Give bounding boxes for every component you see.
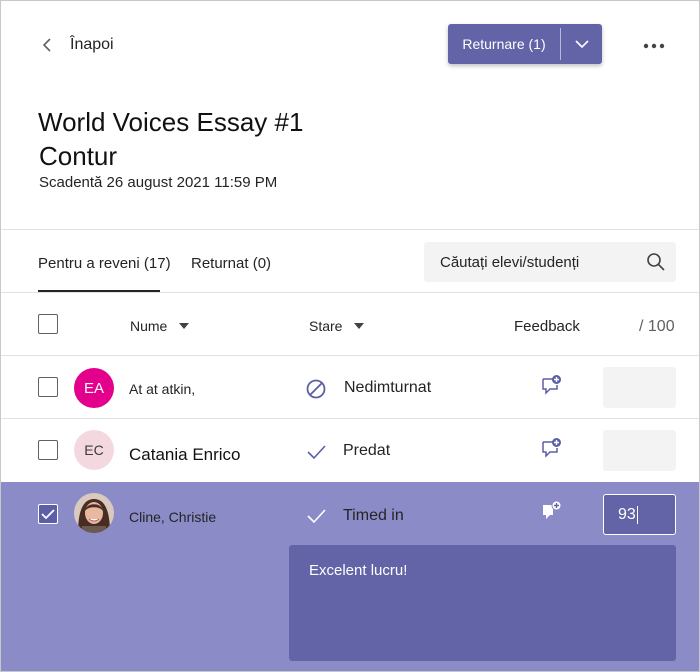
row-checkbox-checked[interactable] — [38, 504, 58, 524]
grade-input-active[interactable]: 93 — [603, 494, 676, 535]
status-header-label: Stare — [309, 318, 343, 334]
search-input[interactable]: Căutați elevi/studenți — [424, 242, 676, 282]
name-header-label: Nume — [130, 318, 168, 334]
divider — [1, 229, 699, 230]
status-text: Nedimturnat — [344, 379, 432, 396]
divider — [1, 292, 699, 293]
avatar: EC — [74, 430, 114, 470]
more-horizontal-icon — [643, 43, 665, 49]
status-text: Timed in — [343, 507, 404, 524]
add-feedback-icon[interactable] — [540, 374, 562, 396]
search-icon[interactable] — [636, 252, 676, 272]
row-checkbox[interactable] — [38, 377, 58, 397]
back-label: Înapoi — [70, 36, 114, 53]
row-checkbox[interactable] — [38, 440, 58, 460]
avatar: EA — [74, 368, 114, 408]
tab-to-return[interactable]: Pentru a reveni (17) — [38, 255, 171, 272]
text-cursor — [636, 505, 638, 524]
chevron-left-icon — [42, 38, 51, 52]
student-name[interactable]: At at atkin, — [129, 381, 195, 397]
return-split-button: Returnare (1) — [448, 24, 602, 64]
status-text: Predat — [343, 442, 391, 459]
tab-returned[interactable]: Returnat (0) — [191, 255, 271, 272]
add-feedback-icon[interactable] — [540, 500, 562, 522]
checkmark-icon — [41, 509, 55, 520]
check-icon — [307, 445, 326, 460]
grade-input[interactable] — [603, 430, 676, 471]
grade-input[interactable] — [603, 367, 676, 408]
feedback-textarea[interactable]: Excelent lucru! — [289, 545, 676, 661]
avatar-photo — [74, 493, 114, 533]
assignment-title: World Voices Essay #1 — [38, 107, 304, 137]
back-button[interactable]: Înapoi — [40, 36, 114, 54]
check-icon — [307, 509, 326, 524]
add-feedback-icon[interactable] — [540, 437, 562, 459]
student-name[interactable]: Cline, Christie — [129, 509, 216, 525]
chevron-down-icon — [574, 40, 589, 48]
feedback-column-header: Feedback — [514, 318, 580, 335]
sort-down-icon[interactable] — [354, 323, 365, 329]
sort-down-icon[interactable] — [179, 323, 190, 329]
student-name[interactable]: Catania Enrico — [129, 445, 241, 465]
assignment-subtitle: Contur — [39, 141, 118, 171]
select-all-checkbox[interactable] — [38, 314, 58, 334]
status-column-header[interactable]: Stare — [309, 318, 365, 334]
not-submitted-icon — [306, 379, 326, 399]
due-date: Scadentă 26 august 2021 11:59 PM — [39, 174, 278, 191]
return-button[interactable]: Returnare (1) — [448, 24, 560, 64]
grade-value: 93 — [618, 505, 636, 523]
name-column-header[interactable]: Nume — [130, 318, 190, 334]
search-placeholder: Căutați elevi/studenți — [440, 253, 580, 271]
points-column-header: / 100 — [639, 318, 675, 335]
row-divider — [1, 355, 699, 356]
row-divider — [1, 418, 699, 419]
more-options-button[interactable] — [640, 36, 668, 56]
return-options-button[interactable] — [561, 24, 602, 64]
